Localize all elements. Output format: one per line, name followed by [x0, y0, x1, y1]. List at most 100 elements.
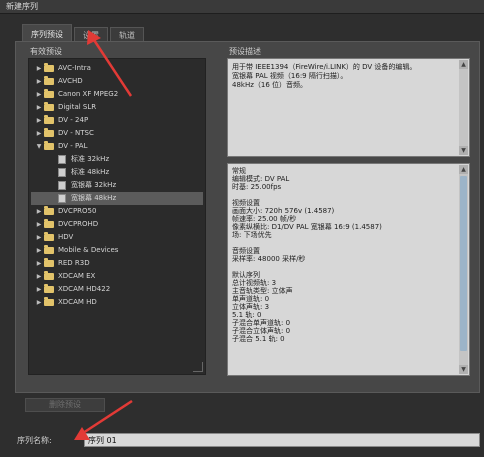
details-line: 子混合 5.1 轨: 0 [232, 335, 285, 343]
folder-icon [44, 76, 54, 85]
tree-item-pal-std-48k[interactable]: 标准 48kHz [31, 166, 203, 179]
tree-item-dv-pal[interactable]: ▼ DV - PAL [31, 140, 203, 153]
collapse-arrow-icon[interactable]: ▼ [35, 140, 43, 153]
expand-arrow-icon[interactable]: ▶ [35, 62, 43, 75]
tree-item-label: DVCPROHD [58, 220, 99, 228]
details-line: 单声道轨: 0 [232, 295, 270, 303]
scroll-down-icon[interactable]: ▼ [459, 365, 468, 374]
details-heading: 常规 [232, 167, 246, 175]
tree-item-label: Digital SLR [58, 103, 97, 111]
details-line: 场: 下场优先 [232, 231, 272, 239]
tab-settings[interactable]: 设置 [74, 27, 108, 42]
tree-item-red-r3d[interactable]: ▶ RED R3D [31, 257, 203, 270]
tree-item-hdv[interactable]: ▶ HDV [31, 231, 203, 244]
preset-file-icon [58, 181, 66, 190]
tree-item-label: 标准 32kHz [71, 155, 110, 163]
tree-item-pal-wide-32k[interactable]: 宽银幕 32kHz [31, 179, 203, 192]
description-line: 宽银幕 PAL 视频（16:9 隔行扫描）。 [232, 72, 348, 80]
tree-item-label: Canon XF MPEG2 [58, 90, 119, 98]
tree-item-dvcprohd[interactable]: ▶ DVCPROHD [31, 218, 203, 231]
tree-item-label: DV - PAL [58, 142, 88, 150]
tree-item-label: 宽银幕 32kHz [71, 181, 117, 189]
tree-item-label: Mobile & Devices [58, 246, 119, 254]
tree-item-label: XDCAM EX [58, 272, 96, 280]
tree-item-pal-std-32k[interactable]: 标准 32kHz [31, 153, 203, 166]
tab-tracks[interactable]: 轨道 [110, 27, 144, 42]
delete-preset-button[interactable]: 删除预设 [25, 398, 105, 412]
tree-item-label: DV - 24P [58, 116, 89, 124]
tree-item-label: AVCHD [58, 77, 83, 85]
tree-item-pal-wide-48k[interactable]: 宽银幕 48kHz [31, 192, 203, 205]
expand-arrow-icon[interactable]: ▶ [35, 88, 43, 101]
tree-item-dv-24p[interactable]: ▶ DV - 24P [31, 114, 203, 127]
resize-grip-icon[interactable] [193, 362, 203, 372]
preset-details: 常规 编辑模式: DV PAL 时基: 25.00fps 视频设置 画面大小: … [227, 163, 470, 376]
details-line: 画面大小: 720h 576v (1.4587) [232, 207, 335, 215]
preset-file-icon [58, 194, 66, 203]
presets-label: 有效预设 [30, 47, 62, 56]
expand-arrow-icon[interactable]: ▶ [35, 244, 43, 257]
tree-item-label: DV - NTSC [58, 129, 94, 137]
scroll-up-icon[interactable]: ▲ [459, 165, 468, 174]
details-scrollbar[interactable]: ▲ ▼ [459, 165, 468, 374]
details-heading: 音频设置 [232, 247, 260, 255]
expand-arrow-icon[interactable]: ▶ [35, 296, 43, 309]
folder-icon [44, 219, 54, 228]
tree-item-xdcam-hd[interactable]: ▶ XDCAM HD [31, 296, 203, 309]
tree-item-mobile-devices[interactable]: ▶ Mobile & Devices [31, 244, 203, 257]
details-line: 编辑模式: DV PAL [232, 175, 290, 183]
description-line: 用于带 IEEE1394（FireWire/i.LINK）的 DV 设备的编辑。 [232, 63, 417, 71]
folder-icon [44, 89, 54, 98]
tree-item-avchd[interactable]: ▶ AVCHD [31, 75, 203, 88]
tree-item-xdcam-ex[interactable]: ▶ XDCAM EX [31, 270, 203, 283]
details-line: 5.1 轨: 0 [232, 311, 262, 319]
details-line: 子混合单声道轨: 0 [232, 319, 291, 327]
expand-arrow-icon[interactable]: ▶ [35, 231, 43, 244]
tab-strip: 序列预设 设置 轨道 [22, 24, 146, 42]
tab-sequence-presets[interactable]: 序列预设 [22, 24, 72, 42]
expand-arrow-icon[interactable]: ▶ [35, 127, 43, 140]
folder-icon [44, 128, 54, 137]
details-line: 主音轨类型: 立体声 [232, 287, 293, 295]
details-line: 总计视频轨: 3 [232, 279, 277, 287]
tree-item-label: XDCAM HD422 [58, 285, 111, 293]
description-scrollbar[interactable]: ▲ ▼ [459, 60, 468, 155]
expand-arrow-icon[interactable]: ▶ [35, 270, 43, 283]
scroll-down-icon[interactable]: ▼ [459, 146, 468, 155]
tree-item-dvcpro50[interactable]: ▶ DVCPRO50 [31, 205, 203, 218]
scroll-thumb[interactable] [460, 176, 467, 351]
tree-item-label: DVCPRO50 [58, 207, 97, 215]
expand-arrow-icon[interactable]: ▶ [35, 114, 43, 127]
tree-item-label: AVC-Intra [58, 64, 91, 72]
expand-arrow-icon[interactable]: ▶ [35, 283, 43, 296]
details-line: 立体声轨: 3 [232, 303, 270, 311]
expand-arrow-icon[interactable]: ▶ [35, 257, 43, 270]
folder-icon [44, 63, 54, 72]
expand-arrow-icon[interactable]: ▶ [35, 75, 43, 88]
folder-icon [44, 284, 54, 293]
tree-item-dv-ntsc[interactable]: ▶ DV - NTSC [31, 127, 203, 140]
folder-icon [44, 271, 54, 280]
preset-tree[interactable]: ▶ AVC-Intra ▶ AVCHD ▶ Canon XF MPEG2 ▶ Digit… [28, 58, 206, 375]
window-title: 新建序列 [6, 2, 38, 11]
sequence-name-input[interactable] [84, 433, 480, 447]
scroll-up-icon[interactable]: ▲ [459, 60, 468, 69]
preset-file-icon [58, 155, 66, 164]
tree-item-canon-xf[interactable]: ▶ Canon XF MPEG2 [31, 88, 203, 101]
tree-item-avc-intra[interactable]: ▶ AVC-Intra [31, 62, 203, 75]
tree-item-digital-slr[interactable]: ▶ Digital SLR [31, 101, 203, 114]
details-line: 帧速率: 25.00 帧/秒 [232, 215, 297, 223]
details-line: 时基: 25.00fps [232, 183, 282, 191]
tree-item-label: 宽银幕 48kHz [71, 194, 117, 202]
details-heading: 视频设置 [232, 199, 260, 207]
expand-arrow-icon[interactable]: ▶ [35, 205, 43, 218]
folder-icon [44, 206, 54, 215]
tree-item-xdcam-hd422[interactable]: ▶ XDCAM HD422 [31, 283, 203, 296]
tree-item-label: XDCAM HD [58, 298, 97, 306]
tree-item-label: HDV [58, 233, 74, 241]
folder-icon [44, 115, 54, 124]
expand-arrow-icon[interactable]: ▶ [35, 101, 43, 114]
sequence-name-row: 序列名称: [0, 432, 484, 448]
sequence-name-label: 序列名称: [17, 436, 52, 445]
expand-arrow-icon[interactable]: ▶ [35, 218, 43, 231]
